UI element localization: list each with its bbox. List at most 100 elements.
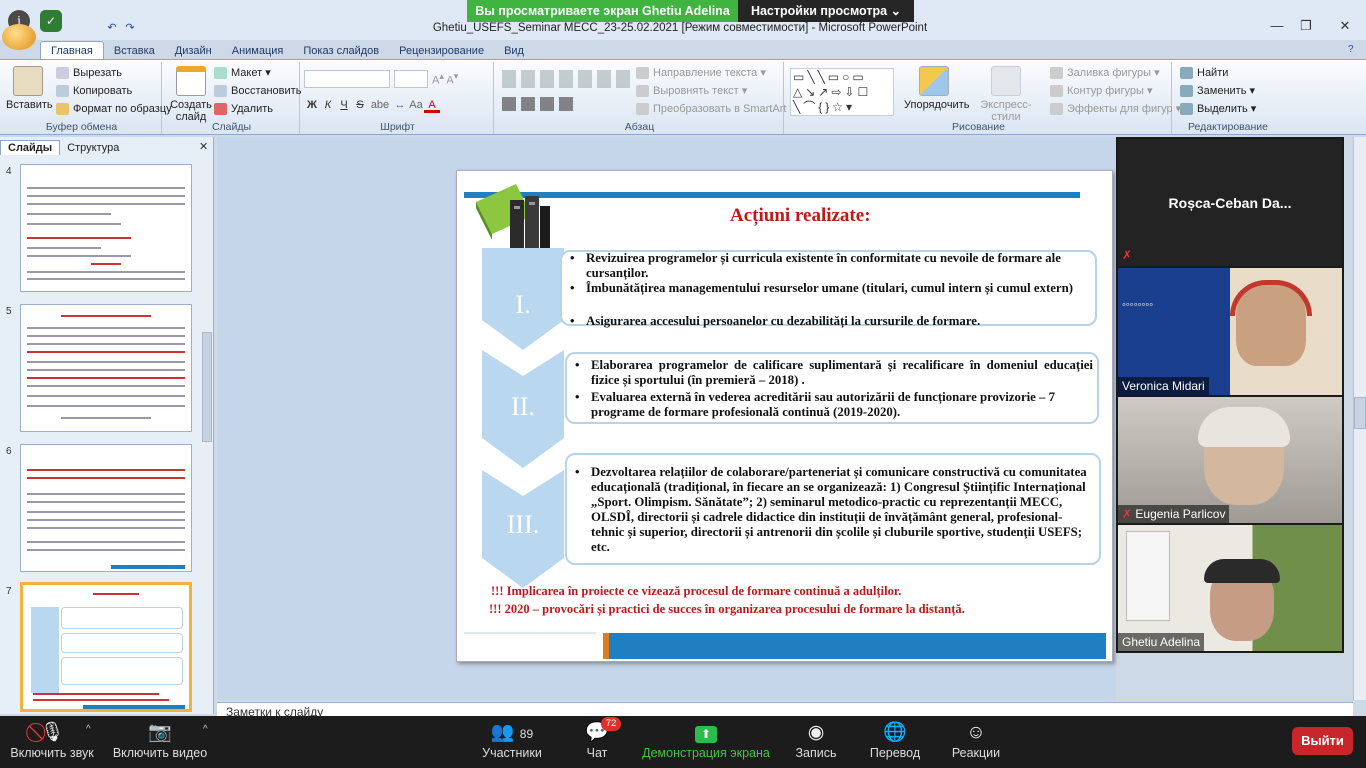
cut-button[interactable]: Вырезать [56,67,122,80]
change-case-icon[interactable]: Aa [408,97,424,113]
help-icon[interactable]: ? [1348,44,1354,55]
share-banner: Вы просматриваете экран Ghetiu Adelina [467,0,738,22]
tab-outline-panel[interactable]: Структура [60,141,126,156]
bullet-1-1: Revizuirea programelor și curricula exis… [566,251,1086,281]
select-button[interactable]: Выделить ▾ [1180,103,1256,116]
participant-tile-4[interactable]: Ghetiu Adelina [1118,525,1342,651]
tab-insert[interactable]: Вставка [104,42,165,60]
start-video-button[interactable]: 📷 Включить видео [110,716,210,768]
slide-top-bar [464,192,1080,198]
participant-tile-1[interactable]: Roșca-Ceban Da... ✗ [1118,139,1342,266]
text-direction-label: Направление текста [653,67,758,79]
office-button[interactable] [2,24,36,50]
list-buttons-icon[interactable] [502,70,632,88]
section-box-2: Elaborarea programelor de calificare sup… [565,352,1099,424]
interpretation-button[interactable]: 🌐 Перевод [866,716,924,768]
slide-thumbnail-5[interactable] [20,304,192,432]
format-painter-button[interactable]: Формат по образцу [56,103,172,116]
slide-thumbnail-7-selected[interactable] [20,582,192,712]
audio-options-chevron-icon[interactable]: ^ [86,724,91,735]
quick-styles-button[interactable]: Экспресс-стили [968,66,1044,123]
tile-banner-graphic: ◦◦◦◦◦◦◦◦ [1122,299,1154,311]
tab-design[interactable]: Дизайн [165,42,222,60]
copy-button[interactable]: Копировать [56,85,132,98]
delete-slide-button[interactable]: Удалить [214,103,273,116]
participant-tile-2[interactable]: ◦◦◦◦◦◦◦◦ Veronica Midari [1118,268,1342,395]
slide-number: 6 [6,446,12,457]
align-text-button[interactable]: Выровнять текст ▾ [636,85,747,98]
bullet-2-1: Elaborarea programelor de calificare sup… [571,358,1093,388]
outline-pen-icon [1050,85,1063,98]
bullet-3-1: Dezvoltarea relațiilor de colaborare/par… [571,465,1091,555]
slide-bottom-line [464,632,596,634]
font-size-grow-icon[interactable]: A▴ A▾ [432,71,458,87]
security-shield-icon[interactable]: ✓ [40,10,62,32]
align-text-label: Выровнять текст [653,85,739,97]
participants-count: 89 [519,727,534,741]
new-slide-button[interactable]: Создать слайд [168,66,214,123]
find-button[interactable]: Найти [1180,67,1228,80]
shape-fill-button[interactable]: Заливка фигуры ▾ [1050,67,1160,80]
select-label: Выделить [1197,103,1248,115]
participant-tile-3[interactable]: ✗ Eugenia Parlicov [1118,397,1342,523]
mic-muted-icon: ✗ [1122,248,1133,262]
shadow-button[interactable]: abe [368,97,392,113]
panel-scrollbar[interactable] [202,160,212,714]
record-button[interactable]: ◉ Запись [790,716,842,768]
close-button[interactable]: ✕ [1330,18,1360,38]
font-color-icon[interactable]: A [424,97,440,113]
slides-group: Создать слайд Макет ▾ Восстановить Удали… [164,62,301,134]
text-direction-button[interactable]: Направление текста ▾ [636,67,766,80]
font-family-combo[interactable] [304,70,390,88]
char-spacing-icon[interactable]: ↔ [392,97,408,113]
slide-scrollbar[interactable] [1353,137,1366,700]
minimize-button[interactable]: — [1262,18,1292,38]
arrange-label: Упорядочить [904,99,970,111]
participant-hair [1198,407,1290,447]
restore-button[interactable]: ❐ [1291,18,1321,38]
participants-button[interactable]: 👥 89 Участники [478,716,546,768]
tab-animation[interactable]: Анимация [222,42,294,60]
tab-review[interactable]: Рецензирование [389,42,494,60]
align-buttons-icon[interactable] [502,97,578,111]
delete-icon [214,103,227,116]
shapes-gallery[interactable]: ▭╲╲▭○▭ △↘↗⇨⇩☐ ╲⌒{}☆▾ [790,68,894,116]
slide-thumbnail-6[interactable] [20,444,192,572]
replace-button[interactable]: Заменить ▾ [1180,85,1255,98]
underline-button[interactable]: Ч [336,97,352,113]
arrange-button[interactable]: Упорядочить [904,66,969,111]
ribbon-tabs: Главная Вставка Дизайн Анимация Показ слайдо… [40,41,534,59]
undo-icon[interactable]: ↶ [104,21,120,35]
slide-thumbnail-4[interactable] [20,164,192,292]
notes-pane[interactable]: Заметки к слайду [217,702,1353,716]
tab-slideshow[interactable]: Показ слайдов [293,42,389,60]
layout-button[interactable]: Макет ▾ [214,67,271,80]
bold-button[interactable]: Ж [304,97,320,113]
section-roman-2: II. [511,392,535,421]
paste-button[interactable]: Вставить [6,66,53,111]
strikethrough-button[interactable]: S [352,97,368,113]
tab-home[interactable]: Главная [40,41,104,59]
italic-button[interactable]: К [320,97,336,113]
reactions-button[interactable]: ☺ Реакции [946,716,1006,768]
shape-outline-button[interactable]: Контур фигуры ▾ [1050,85,1153,98]
redo-icon[interactable]: ↷ [122,21,138,35]
close-panel-icon[interactable]: ✕ [199,140,208,153]
shape-effects-button[interactable]: Эффекты для фигур ▾ [1050,103,1181,116]
share-screen-button[interactable]: ⬆ Демонстрация экрана [640,716,772,768]
section-box-1: Revizuirea programelor și curricula exis… [560,250,1097,329]
smartart-button[interactable]: Преобразовать в SmartArt ▾ [636,103,795,116]
share-screen-label: Демонстрация экрана [642,746,770,760]
unmute-label: Включить звук [10,746,94,760]
font-size-combo[interactable] [394,70,428,88]
reset-button[interactable]: Восстановить [214,85,301,98]
section-roman-3: III. [506,510,540,539]
layout-label: Макет [231,67,263,79]
window-title: Ghetiu_USEFS_Seminar MECC_23-25.02.2021 … [432,22,928,34]
view-settings-button[interactable]: Настройки просмотра ⌄ [738,0,914,22]
video-options-chevron-icon[interactable]: ^ [203,724,208,735]
tab-view[interactable]: Вид [494,42,534,60]
tab-slides-panel[interactable]: Слайды [0,140,61,155]
editing-group-label: Редактирование [1188,121,1268,133]
leave-meeting-button[interactable]: Выйти [1292,727,1353,755]
